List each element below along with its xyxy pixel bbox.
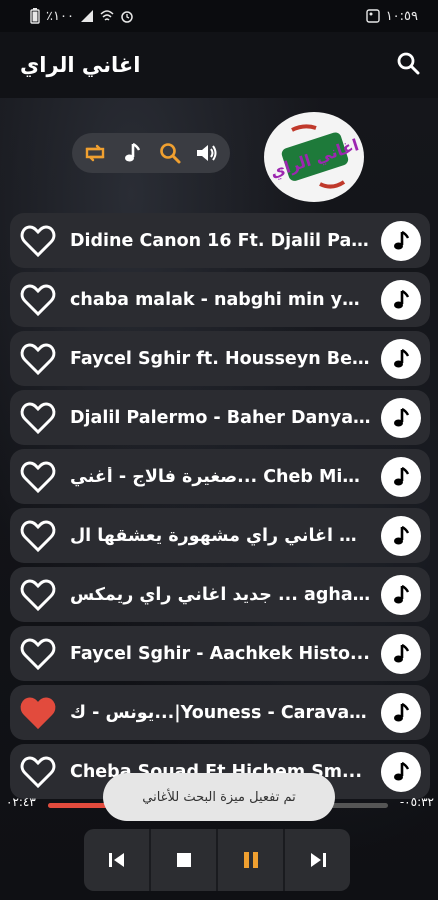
music-note-icon [125,142,141,162]
list-item[interactable]: Djalil Palermo - Baher Danya... [10,390,430,445]
volume-button[interactable] [189,135,225,171]
play-song-button[interactable] [381,456,421,497]
song-title: Faycel Sghir ft. Housseyn Be... [70,348,371,369]
play-song-button[interactable] [381,751,421,792]
music-note-icon [394,407,410,426]
app-bar: اغاني الراي [0,32,438,98]
clock: ١٠:٥٩ [385,8,418,24]
skip-previous-icon [108,853,124,867]
status-left: ٪١٠٠ [30,8,134,24]
list-item[interactable]: اجمل اغاني راي مشهورة يعشقها ال... [10,508,430,563]
song-title: صغيرة فالاج - أغني... Cheb Midou [70,466,371,487]
song-title: اجمل اغاني راي مشهورة يعشقها ال... [70,525,371,546]
heart-icon[interactable] [20,283,56,317]
list-item[interactable]: صغيرة فالاج - أغني... Cheb Midou [10,449,430,504]
status-bar: ٪١٠٠ ١٠:٥٩ [0,0,438,32]
battery-percent: ٪١٠٠ [46,8,74,24]
heart-icon[interactable] [20,755,56,789]
search-toggle-button[interactable] [152,135,188,171]
repeat-button[interactable] [77,135,113,171]
list-item[interactable]: يونس - ك...|Youness - Caravane [10,685,430,740]
play-song-button[interactable] [381,220,421,261]
music-note-icon [394,230,410,249]
song-title: chaba malak - nabghi min ye... [70,289,371,310]
app-logo: اغاني الراي [264,112,364,202]
song-title: جديد اغاني راي ريمكس ... aghani r [70,584,371,605]
play-song-button[interactable] [381,397,421,438]
music-note-icon [394,584,410,603]
search-icon [159,143,181,164]
music-note-button[interactable] [114,135,150,171]
song-list: Didine Canon 16 Ft. Djalil Pal... chaba … [10,213,430,803]
status-right: ١٠:٥٩ [365,8,418,24]
play-song-button[interactable] [381,515,421,556]
song-title: Didine Canon 16 Ft. Djalil Pal... [70,230,371,251]
song-title: Djalil Palermo - Baher Danya... [70,407,371,428]
heart-icon[interactable] [20,401,56,435]
list-item[interactable]: جديد اغاني راي ريمكس ... aghani r [10,567,430,622]
heart-icon[interactable] [20,224,56,258]
next-button[interactable] [285,829,350,891]
elapsed-time: ٠٢:٤٣ [6,795,36,809]
pause-icon [243,852,258,868]
list-item[interactable]: Faycel Sghir - Aachkek Histo... [10,626,430,681]
music-note-icon [394,761,410,780]
music-note-icon [394,643,410,662]
music-note-icon [394,466,410,485]
play-song-button[interactable] [381,633,421,674]
heart-icon[interactable] [20,460,56,494]
battery-icon [30,8,40,24]
song-title: يونس - ك...|Youness - Caravane [70,702,371,723]
search-button[interactable] [396,51,420,79]
pause-button[interactable] [218,829,285,891]
wifi-icon [100,10,114,21]
heart-filled-icon[interactable] [20,696,56,730]
play-song-button[interactable] [381,692,421,733]
remaining-time: -٠٥:٣٢ [399,795,434,809]
controls-pill [72,133,230,173]
repeat-icon [85,144,104,162]
previous-button[interactable] [84,829,151,891]
volume-icon [197,145,217,161]
play-song-button[interactable] [381,574,421,615]
music-note-icon [394,289,410,308]
play-song-button[interactable] [381,279,421,320]
skip-next-icon [310,853,326,867]
player-controls [84,829,350,891]
heart-icon[interactable] [20,578,56,612]
music-note-icon [394,525,410,544]
stop-icon [176,853,191,867]
list-item[interactable]: chaba malak - nabghi min ye... [10,272,430,327]
search-icon [397,52,420,75]
list-item[interactable]: Didine Canon 16 Ft. Djalil Pal... [10,213,430,268]
stop-button[interactable] [151,829,218,891]
heart-icon[interactable] [20,342,56,376]
play-song-button[interactable] [381,338,421,379]
logo-graphic: اغاني الراي [268,113,361,201]
alarm-icon [121,11,133,23]
heart-icon[interactable] [20,637,56,671]
page-title: اغاني الراي [20,53,141,77]
signal-icon [80,10,93,22]
music-note-icon [394,348,410,367]
gallery-icon [365,9,380,23]
list-item[interactable]: Faycel Sghir ft. Housseyn Be... [10,331,430,386]
song-title: Faycel Sghir - Aachkek Histo... [70,643,370,664]
toast: تم تفعيل ميزة البحث للأغاني [103,773,335,821]
heart-icon[interactable] [20,519,56,553]
music-note-icon [394,702,410,721]
